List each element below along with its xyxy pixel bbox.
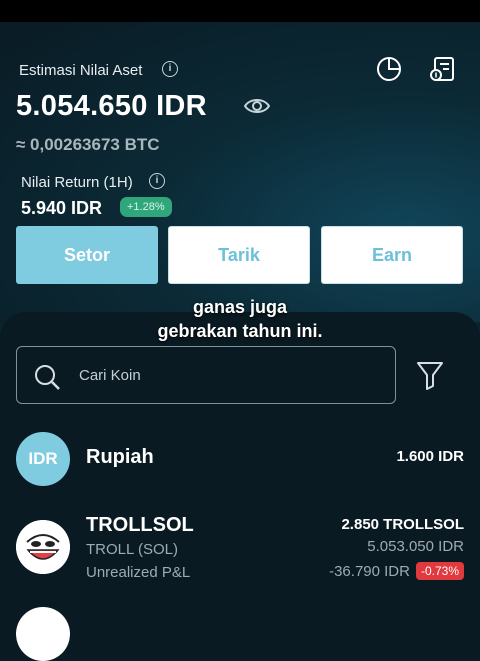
btc-equivalent: ≈ 0,00263673 BTC bbox=[16, 135, 160, 154]
pie-chart-icon[interactable] bbox=[375, 55, 403, 83]
estimate-label: Estimasi Nilai Aset bbox=[19, 62, 143, 79]
earn-button[interactable]: Earn bbox=[321, 226, 463, 284]
pnl-row: -36.790 IDR -0.73% bbox=[329, 562, 464, 580]
return-label: Nilai Return (1H) bbox=[21, 174, 133, 191]
report-icon[interactable] bbox=[428, 55, 456, 83]
info-icon[interactable]: i bbox=[162, 61, 178, 77]
coin-name-rupiah[interactable]: Rupiah bbox=[86, 446, 154, 469]
coin-ticker-trollsol: TROLL (SOL) bbox=[86, 541, 178, 558]
rupiah-logo: IDR bbox=[16, 432, 70, 486]
next-coin-logo bbox=[16, 607, 70, 661]
search-input[interactable]: Cari Koin bbox=[16, 346, 396, 404]
video-caption-line-1: ganas juga bbox=[192, 297, 288, 317]
return-value: 5.940 IDR bbox=[21, 198, 103, 218]
total-asset-value: 5.054.650 IDR bbox=[16, 90, 207, 122]
return-change-badge: +1.28% bbox=[120, 197, 172, 217]
trollsol-logo bbox=[16, 520, 70, 574]
eye-icon[interactable] bbox=[243, 95, 271, 117]
return-info-icon[interactable]: i bbox=[149, 173, 165, 189]
video-caption-line-2: gebrakan tahun ini. bbox=[157, 321, 323, 341]
coin-amount-trollsol: 2.850 TROLLSOL bbox=[341, 516, 464, 533]
coin-name-trollsol[interactable]: TROLLSOL bbox=[86, 514, 194, 537]
coin-amount-rupiah: 1.600 IDR bbox=[396, 448, 464, 465]
tarik-button[interactable]: Tarik bbox=[168, 226, 310, 284]
unrealized-pnl-label: Unrealized P&L bbox=[86, 564, 191, 581]
pnl-value: -36.790 IDR bbox=[329, 562, 410, 580]
status-bar bbox=[0, 0, 480, 22]
setor-button[interactable]: Setor bbox=[16, 226, 158, 284]
search-icon bbox=[33, 363, 61, 391]
search-placeholder: Cari Koin bbox=[79, 367, 141, 384]
pnl-percent-badge: -0.73% bbox=[415, 562, 464, 580]
filter-icon[interactable] bbox=[416, 360, 444, 390]
coin-value-idr-trollsol: 5.053.050 IDR bbox=[367, 538, 464, 555]
